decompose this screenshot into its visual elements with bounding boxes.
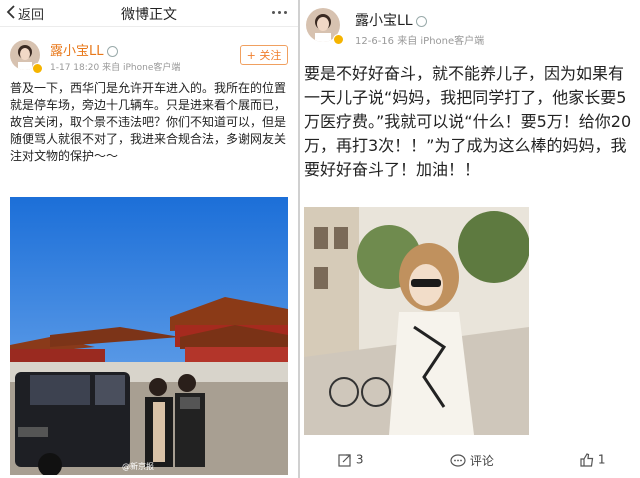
repost-button[interactable]: 3 [338, 452, 363, 467]
post-text: 普及一下，西华门是允许开车进入的。我所在的位置就是停车场，旁边十几辆车。只是进来… [10, 81, 287, 163]
verified-badge-icon [333, 34, 344, 45]
more-icon[interactable] [270, 11, 288, 30]
username-text[interactable]: 露小宝LL [50, 44, 104, 59]
verified-badge-icon [32, 63, 43, 74]
repost-icon [338, 453, 351, 467]
post-meta: 1-17 18:20 来自 iPhone客户端 [50, 60, 180, 73]
post-time: 12-6-16 [355, 36, 395, 47]
page-title: 微博正文 [121, 7, 177, 23]
post-meta: 12-6-16 来自 iPhone客户端 [355, 32, 484, 47]
right-weibo-screenshot: 露小宝LL 12-6-16 来自 iPhone客户端 要是不好好奋斗，就不能养儿… [298, 0, 640, 478]
repost-count: 3 [355, 452, 364, 467]
comment-label: 评论 [469, 454, 494, 468]
comment-button[interactable]: 评论 [450, 452, 494, 469]
username[interactable]: 露小宝LL [50, 40, 118, 59]
photo-watermark: @新京报 [122, 462, 154, 471]
thumbs-up-icon [580, 452, 594, 467]
post-text: 要是不好好奋斗，就不能养儿子，因为如果有一天儿子说“妈妈，我把同学打了，他家长要… [304, 64, 632, 179]
username-text[interactable]: 露小宝LL [355, 13, 413, 29]
post-source: 来自 iPhone客户端 [397, 36, 485, 47]
post-time: 1-17 18:20 [50, 63, 100, 73]
post-source: 来自 iPhone客户端 [102, 63, 181, 73]
member-rank-icon [106, 46, 118, 57]
nav-bar: 返回 微博正文 [0, 0, 298, 27]
like-count: 1 [597, 452, 606, 467]
action-bar: 3 评论 1 [300, 446, 640, 478]
post-photo-forbidden-city[interactable]: @新京报 [10, 197, 288, 475]
comment-icon [450, 453, 466, 467]
left-weibo-screenshot: 返回 微博正文 露小宝LL 1-17 18:20 来自 iPhone客户端 + … [0, 0, 298, 478]
username[interactable]: 露小宝LL [355, 10, 427, 30]
member-rank-icon [415, 15, 427, 27]
follow-button[interactable]: + 关注 [240, 45, 288, 65]
post-photo-street[interactable] [304, 207, 529, 435]
like-button[interactable]: 1 [580, 452, 605, 467]
